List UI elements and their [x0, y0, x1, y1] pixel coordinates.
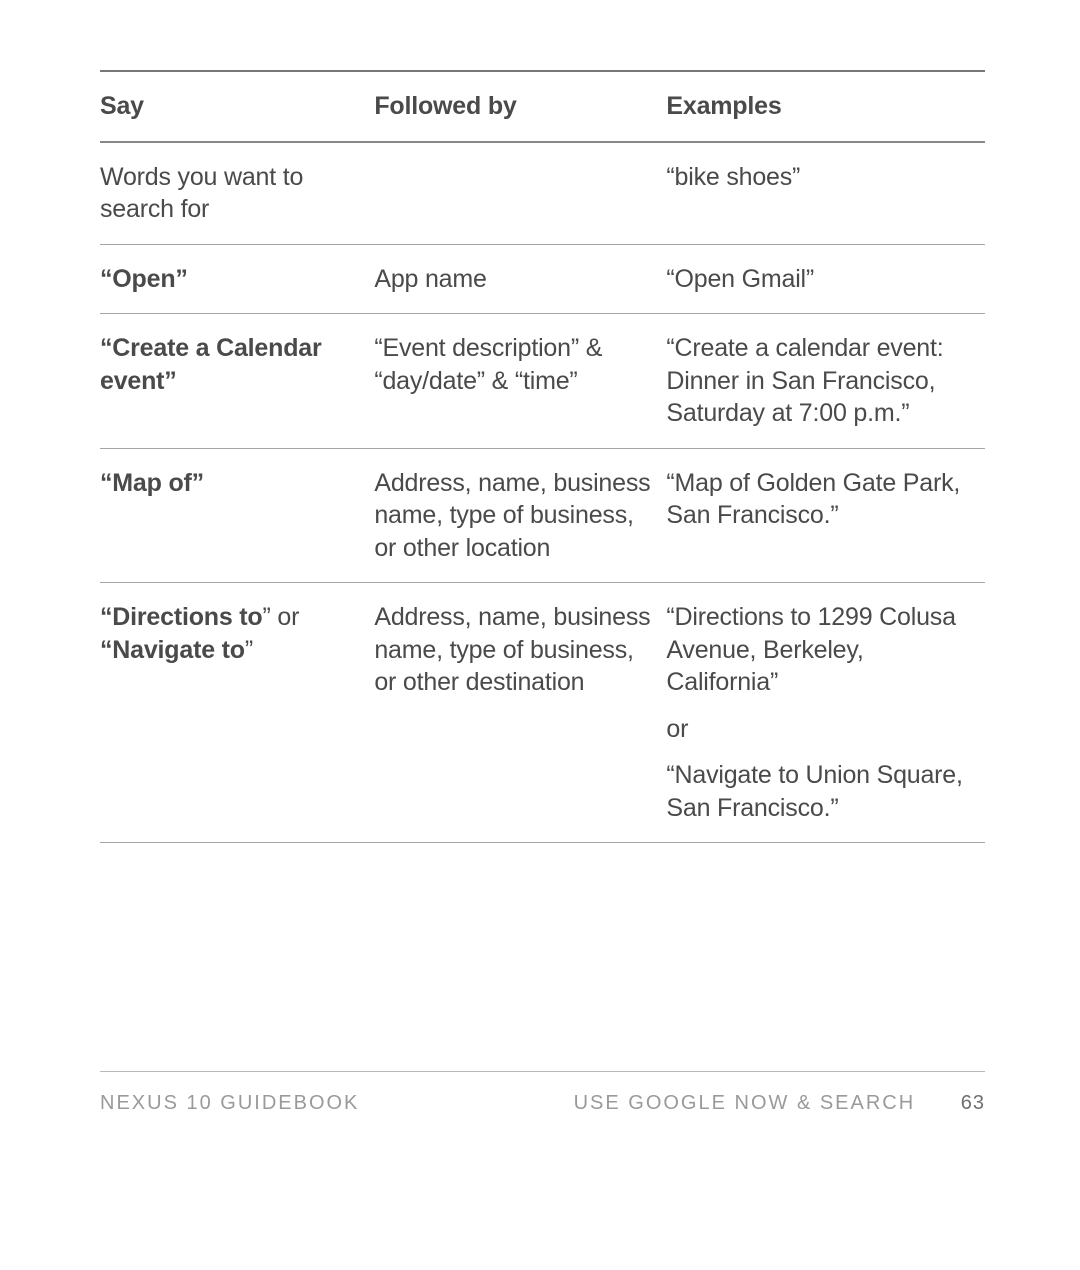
say-command-a-close: ” — [263, 603, 271, 631]
cell-say: “Create a Calendar event” — [100, 314, 374, 449]
say-command-a: “Directions to — [100, 603, 263, 631]
cell-examples: “Open Gmail” — [666, 244, 985, 314]
table-row: Words you want to search for “bike shoes… — [100, 142, 985, 245]
cell-followed — [374, 142, 666, 245]
say-or: or — [271, 603, 300, 631]
cell-say: “Directions to” or “Navigate to” — [100, 583, 374, 843]
say-command-b-close: ” — [245, 636, 253, 664]
cell-followed: Address, name, business name, type of bu… — [374, 448, 666, 583]
table-row: “Create a Calendar event” “Event descrip… — [100, 314, 985, 449]
cell-followed: Address, name, business name, type of bu… — [374, 583, 666, 843]
col-header-followed: Followed by — [374, 71, 666, 142]
footer-page-number: 63 — [961, 1092, 985, 1115]
example-line: “Navigate to Union Square, San Francisco… — [666, 759, 971, 824]
page-footer: NEXUS 10 GUIDEBOOK USE GOOGLE NOW & SEAR… — [100, 1071, 985, 1115]
voice-commands-table: Say Followed by Examples Words you want … — [100, 70, 985, 843]
cell-say: “Map of” — [100, 448, 374, 583]
say-command: “Open” — [100, 265, 188, 293]
table-row: “Open” App name “Open Gmail” — [100, 244, 985, 314]
cell-examples: “Map of Golden Gate Park, San Francisco.… — [666, 448, 985, 583]
example-line: “Directions to 1299 Colusa Avenue, Berke… — [666, 601, 971, 699]
table-row: “Map of” Address, name, business name, t… — [100, 448, 985, 583]
table-header-row: Say Followed by Examples — [100, 71, 985, 142]
say-command-b: “Navigate to — [100, 636, 245, 664]
table-row: “Directions to” or “Navigate to” Address… — [100, 583, 985, 843]
cell-say: Words you want to search for — [100, 142, 374, 245]
example-or: or — [666, 713, 971, 746]
say-command: “Map of — [100, 469, 192, 497]
say-command: “Create a Calendar event” — [100, 334, 322, 395]
cell-followed: App name — [374, 244, 666, 314]
col-header-say: Say — [100, 71, 374, 142]
cell-examples: “Create a calendar event: Dinner in San … — [666, 314, 985, 449]
cell-followed: “Event descrip­tion” & “day/date” & “tim… — [374, 314, 666, 449]
cell-say: “Open” — [100, 244, 374, 314]
document-page: Say Followed by Examples Words you want … — [0, 0, 1080, 1270]
cell-examples: “bike shoes” — [666, 142, 985, 245]
say-command-tail: ” — [192, 469, 204, 497]
cell-examples: “Directions to 1299 Colusa Avenue, Berke… — [666, 583, 985, 843]
col-header-examples: Examples — [666, 71, 985, 142]
footer-left: NEXUS 10 GUIDEBOOK — [100, 1092, 574, 1115]
footer-section: USE GOOGLE NOW & SEARCH — [574, 1092, 916, 1114]
footer-right: USE GOOGLE NOW & SEARCH 63 — [574, 1092, 985, 1115]
